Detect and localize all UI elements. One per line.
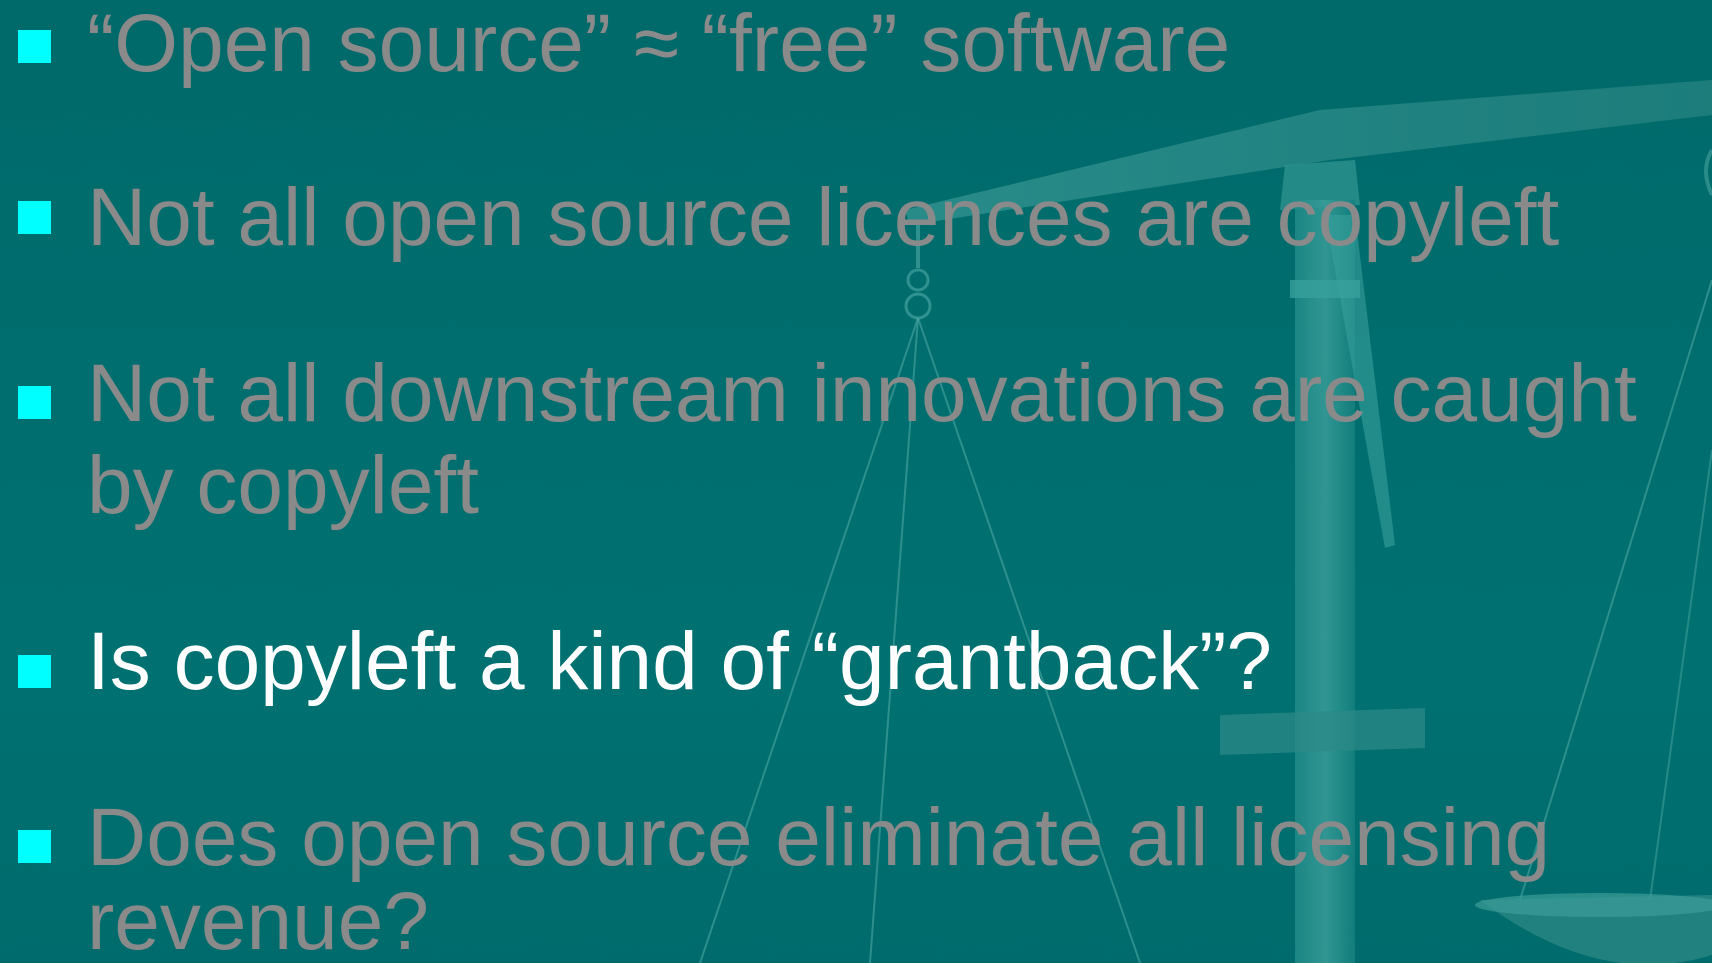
bullet-square-icon	[18, 30, 51, 63]
bullet-text-line-1: Does open source eliminate all licensing	[87, 792, 1551, 883]
bullet-square-icon	[18, 386, 51, 419]
bullet-square-icon	[18, 655, 51, 688]
bullet-text-line-1: Not all downstream innovations are caugh…	[87, 348, 1637, 439]
bullet-text: Is copyleft a kind of “grantback”?	[87, 616, 1273, 707]
bullet-text-line-2: revenue?	[87, 876, 429, 963]
bullet-square-icon	[18, 830, 51, 863]
bullet-text-line-2: by copyleft	[87, 440, 479, 531]
bullet-text: “Open source” ≈ “free” software	[87, 0, 1231, 89]
bullet-square-icon	[18, 201, 51, 234]
bullet-list: “Open source” ≈ “free” software Not all …	[0, 0, 1712, 963]
bullet-text: Not all open source licences are copylef…	[87, 172, 1560, 263]
